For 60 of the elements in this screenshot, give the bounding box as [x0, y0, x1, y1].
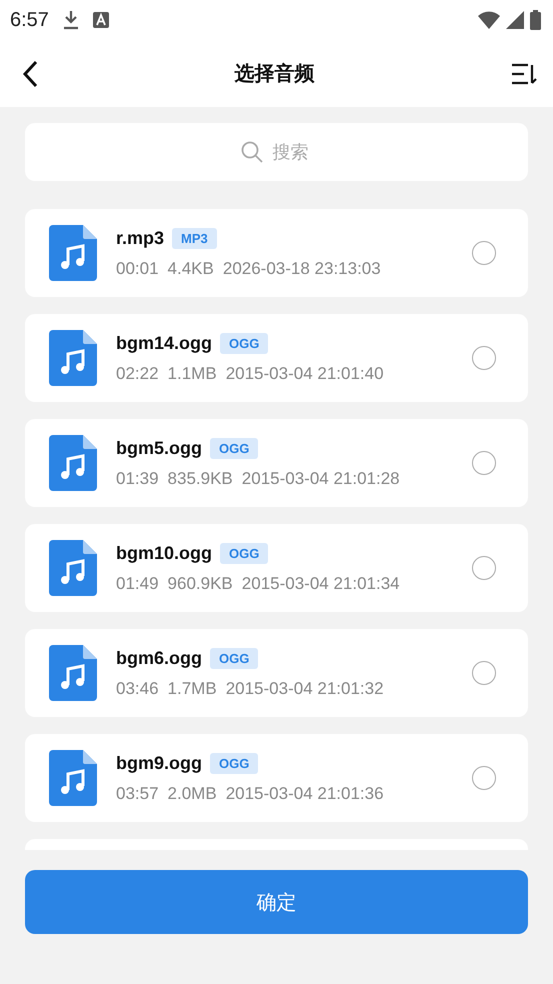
music-file-icon: [49, 645, 97, 701]
radio-button[interactable]: [472, 241, 496, 265]
page-title: 选择音频: [234, 62, 316, 87]
file-duration: 03:46: [116, 678, 159, 698]
music-file-icon: [49, 330, 97, 386]
file-name: bgm5.ogg: [116, 438, 202, 458]
file-duration: 03:57: [116, 784, 159, 804]
file-size: 2.0MB: [168, 784, 217, 804]
file-duration: 02:22: [116, 364, 159, 384]
format-tag: OGG: [210, 752, 258, 774]
file-date: 2015-03-04 21:01:40: [226, 364, 384, 384]
format-tag: OGG: [210, 648, 258, 668]
file-name: bgm10.ogg: [116, 542, 212, 564]
file-name: bgm6.ogg: [116, 648, 202, 668]
format-tag: MP3: [172, 228, 217, 248]
download-icon: [62, 10, 79, 30]
radio-button[interactable]: [472, 556, 496, 580]
status-time: 6:57: [10, 8, 49, 32]
audio-file-item[interactable]: r.mp3 MP3 00:01 4.4KB 2026-03-18 23:13:03: [25, 209, 528, 297]
audio-file-item[interactable]: bgm14.ogg OGG 02:22 1.1MB 2015-03-04 21:01:40: [25, 314, 528, 402]
file-date: 2026-03-18 23:13:03: [222, 258, 381, 278]
back-icon[interactable]: [22, 60, 38, 88]
audio-file-item[interactable]: bgm10.ogg OGG 01:49 960.9KB 2015-03-04 21:01:34: [25, 524, 528, 612]
file-size: 1.1MB: [168, 364, 217, 384]
file-duration: 01:49: [116, 574, 159, 594]
file-size: 835.9KB: [168, 468, 233, 488]
music-file-icon: [49, 750, 97, 806]
format-tag: OGG: [220, 332, 268, 354]
audio-file-item[interactable]: bgm6.ogg OGG 03:46 1.7MB 2015-03-04 21:01:32: [25, 629, 528, 717]
battery-icon: [530, 10, 541, 30]
search-field[interactable]: 搜索: [25, 123, 528, 181]
audio-file-item[interactable]: bgm5.ogg OGG 01:39 835.9KB 2015-03-04 21:01:28: [25, 419, 528, 507]
file-size: 960.9KB: [168, 574, 233, 594]
radio-button[interactable]: [472, 451, 496, 475]
file-name: bgm14.ogg: [116, 332, 212, 354]
wifi-icon: [478, 11, 500, 29]
notification-icon: [92, 12, 109, 28]
radio-button[interactable]: [472, 346, 496, 370]
format-tag: OGG: [220, 542, 268, 564]
file-size: 1.7MB: [168, 678, 217, 698]
radio-button[interactable]: [472, 661, 496, 685]
file-name: bgm9.ogg: [116, 752, 202, 774]
file-size: 4.4KB: [168, 258, 214, 278]
confirm-button[interactable]: 确定: [25, 870, 528, 934]
audio-file-item[interactable]: bgm9.ogg OGG 03:57 2.0MB 2015-03-04 21:01:36: [25, 734, 528, 822]
format-tag: OGG: [210, 438, 258, 458]
music-file-icon: [49, 225, 97, 281]
music-file-icon: [49, 435, 97, 491]
signal-icon: [506, 11, 524, 29]
file-date: 2015-03-04 21:01:28: [242, 468, 400, 488]
file-date: 2015-03-04 21:01:32: [226, 678, 384, 698]
sort-icon[interactable]: [511, 62, 537, 86]
file-date: 2015-03-04 21:01:34: [242, 574, 400, 594]
file-duration: 00:01: [116, 258, 159, 278]
search-icon: [241, 141, 263, 163]
file-date: 2015-03-04 21:01:36: [226, 784, 384, 804]
radio-button[interactable]: [472, 766, 496, 790]
file-name: r.mp3: [116, 228, 164, 248]
file-duration: 01:39: [116, 468, 159, 488]
music-file-icon: [49, 540, 97, 596]
